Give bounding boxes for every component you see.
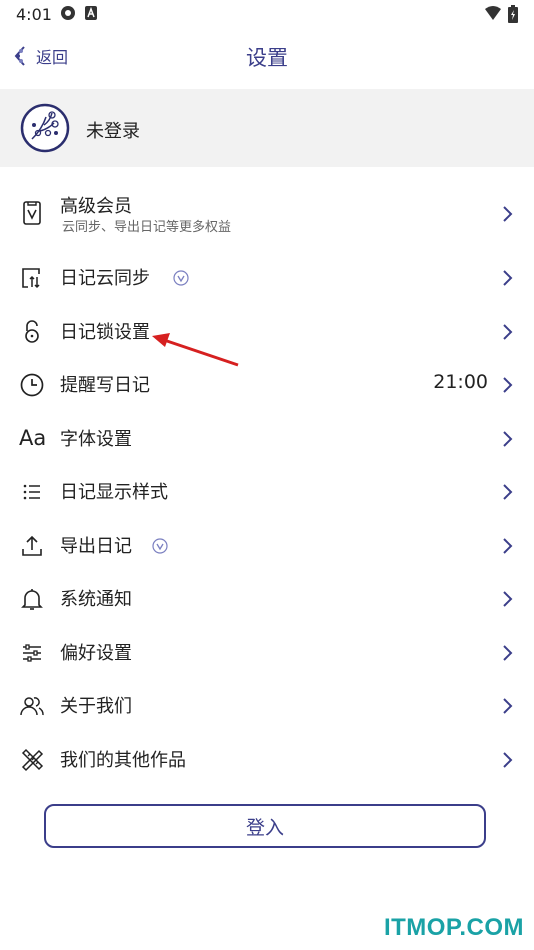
menu-item-label: 系统通知 xyxy=(60,589,132,610)
app-notification-icon xyxy=(61,6,75,20)
chevron-right-icon xyxy=(503,591,513,607)
wifi-icon xyxy=(485,6,501,20)
annotation-arrow xyxy=(152,333,239,367)
watermark: ITMOP.COM xyxy=(383,914,524,941)
login-status-label: 未登录 xyxy=(86,121,140,142)
chevron-right-icon xyxy=(503,323,513,340)
menu-item-font-settings[interactable]: Aa 字体设置 xyxy=(0,412,534,466)
chevron-right-icon xyxy=(503,644,513,661)
battery-icon xyxy=(508,5,518,23)
status-time: 4:01 xyxy=(16,5,52,24)
menu-item-notifications[interactable]: 系统通知 xyxy=(0,572,534,626)
menu-item-reminder[interactable]: 提醒写日记 21:00 xyxy=(0,358,534,412)
menu-item-label: 日记云同步 xyxy=(60,268,150,289)
avatar xyxy=(20,103,70,153)
menu-item-label: 日记锁设置 xyxy=(60,321,150,343)
reminder-time-value: 21:00 xyxy=(433,371,488,393)
profile-row[interactable]: 未登录 xyxy=(0,89,534,167)
vip-card-icon xyxy=(23,201,41,225)
menu-item-label: 日记显示样式 xyxy=(60,482,168,503)
vip-badge-icon xyxy=(152,537,168,554)
login-button-label: 登入 xyxy=(245,816,284,839)
status-bar: 4:01 xyxy=(0,0,534,28)
menu-item-preferences[interactable]: 偏好设置 xyxy=(0,626,534,680)
settings-menu: 高级会员 云同步、导出日记等更多权益 日记云同步 日记锁设置 提醒写日记 21:… xyxy=(0,177,534,786)
bell-icon xyxy=(21,589,43,610)
list-icon xyxy=(23,484,40,500)
page-title: 设置 xyxy=(246,46,288,70)
chevron-right-icon xyxy=(503,377,513,393)
menu-item-label: 提醒写日记 xyxy=(60,375,150,396)
header: 返回 设置 xyxy=(0,30,534,86)
chevron-right-icon xyxy=(503,270,513,286)
chevron-right-icon xyxy=(503,484,513,500)
menu-item-export[interactable]: 导出日记 xyxy=(0,519,534,573)
vip-badge-icon xyxy=(173,270,189,286)
menu-item-subtitle: 云同步、导出日记等更多权益 xyxy=(62,220,232,235)
menu-item-label: 高级会员 xyxy=(60,196,132,217)
menu-item-label: 偏好设置 xyxy=(60,642,132,664)
chevron-right-icon xyxy=(503,698,513,714)
menu-item-label: 关于我们 xyxy=(60,696,132,717)
menu-item-label: 字体设置 xyxy=(60,428,132,450)
menu-item-other-works[interactable]: 我们的其他作品 xyxy=(0,733,534,787)
menu-item-lock-settings[interactable]: 日记锁设置 xyxy=(0,305,534,359)
a-notification-icon xyxy=(85,6,97,20)
chevron-right-icon xyxy=(503,751,513,768)
sliders-icon xyxy=(23,643,41,662)
menu-item-premium[interactable]: 高级会员 云同步、导出日记等更多权益 xyxy=(0,177,534,251)
font-icon: Aa xyxy=(19,425,47,450)
clock-icon xyxy=(20,373,44,397)
tools-icon xyxy=(21,748,44,771)
menu-item-display-style[interactable]: 日记显示样式 xyxy=(0,465,534,519)
lock-icon xyxy=(25,319,39,343)
export-icon xyxy=(22,535,42,556)
menu-item-about[interactable]: 关于我们 xyxy=(0,679,534,733)
people-icon xyxy=(20,697,44,716)
menu-item-cloud-sync[interactable]: 日记云同步 xyxy=(0,251,534,305)
menu-item-label: 导出日记 xyxy=(60,535,132,557)
chevron-right-icon xyxy=(503,430,513,447)
login-button[interactable]: 登入 xyxy=(44,804,486,848)
menu-item-label: 我们的其他作品 xyxy=(60,749,186,771)
chevron-right-icon xyxy=(503,206,513,222)
chevron-right-icon xyxy=(503,537,513,554)
cloud-sync-icon xyxy=(22,268,40,289)
